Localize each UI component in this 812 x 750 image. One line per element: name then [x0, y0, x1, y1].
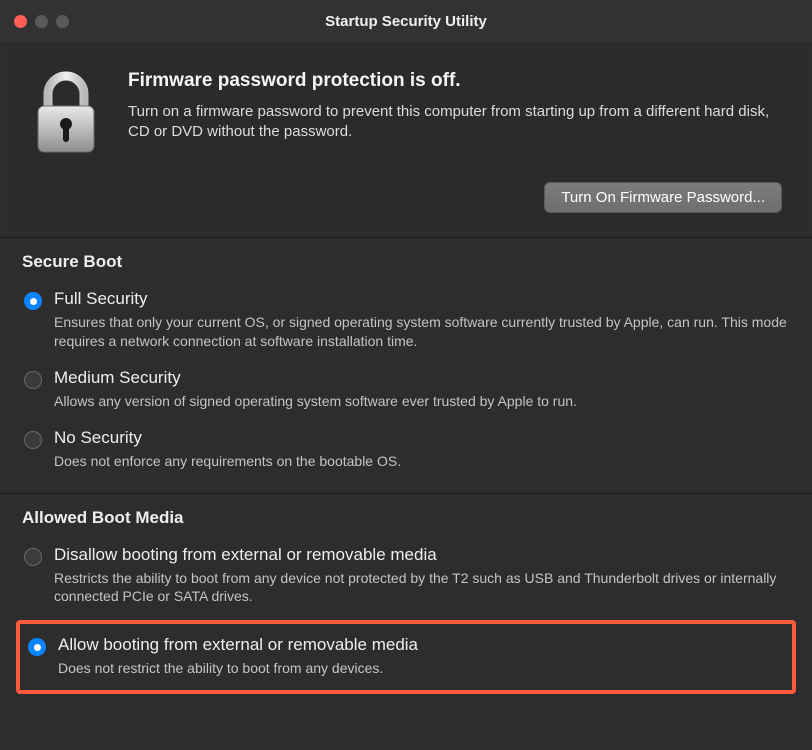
zoom-window-button[interactable] — [56, 15, 69, 28]
option-description: Does not enforce any requirements on the… — [54, 452, 788, 471]
option-description: Allows any version of signed operating s… — [54, 392, 788, 411]
firmware-description: Turn on a firmware password to prevent t… — [128, 102, 782, 143]
radio-unselected-icon — [24, 371, 42, 389]
firmware-heading: Firmware password protection is off. — [128, 70, 782, 92]
secure-boot-option-medium[interactable]: Medium Security Allows any version of si… — [22, 363, 790, 423]
boot-media-option-allow[interactable]: Allow booting from external or removable… — [26, 630, 786, 680]
window-titlebar: Startup Security Utility — [0, 0, 812, 42]
option-description: Restricts the ability to boot from any d… — [54, 569, 788, 607]
radio-unselected-icon — [24, 431, 42, 449]
option-description: Ensures that only your current OS, or si… — [54, 313, 788, 351]
allowed-boot-media-heading: Allowed Boot Media — [22, 508, 790, 528]
allowed-boot-media-section: Allowed Boot Media Disallow booting from… — [0, 493, 812, 709]
firmware-password-section: Firmware password protection is off. Tur… — [6, 48, 806, 231]
option-label: Disallow booting from external or remova… — [54, 545, 788, 565]
boot-media-option-disallow[interactable]: Disallow booting from external or remova… — [22, 540, 790, 619]
radio-unselected-icon — [24, 548, 42, 566]
window-title: Startup Security Utility — [0, 13, 812, 30]
option-label: Allow booting from external or removable… — [58, 635, 784, 655]
option-label: No Security — [54, 428, 788, 448]
secure-boot-option-none[interactable]: No Security Does not enforce any require… — [22, 423, 790, 483]
lock-icon — [30, 70, 102, 156]
radio-selected-icon — [24, 292, 42, 310]
secure-boot-section: Secure Boot Full Security Ensures that o… — [0, 237, 812, 493]
highlighted-selection-box: Allow booting from external or removable… — [16, 620, 796, 694]
option-description: Does not restrict the ability to boot fr… — [58, 659, 784, 678]
secure-boot-heading: Secure Boot — [22, 252, 790, 272]
traffic-lights — [14, 15, 69, 28]
startup-security-utility-window: Startup Security Utility — [0, 0, 812, 750]
radio-selected-icon — [28, 638, 46, 656]
turn-on-firmware-password-button[interactable]: Turn On Firmware Password... — [544, 182, 782, 213]
option-label: Medium Security — [54, 368, 788, 388]
option-label: Full Security — [54, 289, 788, 309]
secure-boot-option-full[interactable]: Full Security Ensures that only your cur… — [22, 284, 790, 363]
firmware-text: Firmware password protection is off. Tur… — [128, 70, 782, 143]
close-window-button[interactable] — [14, 15, 27, 28]
minimize-window-button[interactable] — [35, 15, 48, 28]
